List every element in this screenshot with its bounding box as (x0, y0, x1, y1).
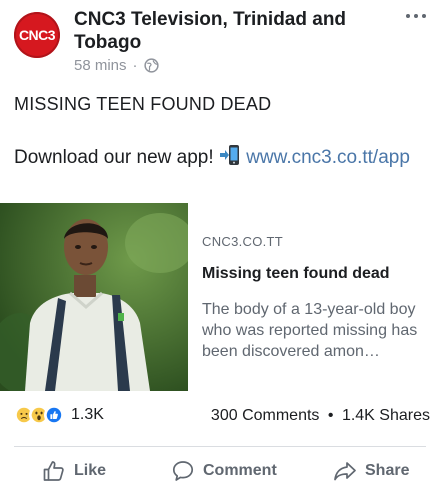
like-label: Like (74, 462, 107, 479)
promo-text: Download our new app! (14, 147, 214, 168)
share-arrow-icon (333, 459, 357, 483)
thumbs-up-icon (42, 459, 66, 483)
reactions-summary[interactable]: 1.3K (14, 405, 104, 425)
post-headline: MISSING TEEN FOUND DEAD (14, 94, 272, 114)
comment-button[interactable]: Comment (171, 459, 277, 483)
facebook-post: CNC3 CNC3 Television, Trinidad and Tobag… (0, 0, 440, 500)
article-thumbnail[interactable] (0, 203, 188, 391)
link-title[interactable]: Missing teen found dead (202, 265, 390, 283)
shares-count[interactable]: 1.4K Shares (342, 407, 430, 424)
more-dot (414, 14, 418, 18)
share-label: Share (365, 462, 410, 479)
link-description: The body of a 13-year-old boy who was re… (202, 301, 418, 360)
link-domain: CNC3.CO.TT (202, 234, 283, 249)
like-reaction-icon (44, 405, 64, 425)
more-dot (422, 14, 426, 18)
post-meta: 58 mins · (74, 57, 159, 74)
post-timestamp[interactable]: 58 mins (74, 57, 127, 74)
engagement-separator: • (327, 407, 334, 424)
more-dot (406, 14, 410, 18)
share-button[interactable]: Share (333, 459, 409, 483)
post-promo: Download our new app! www.cnc3.co.tt/app (14, 144, 426, 171)
page-avatar[interactable]: CNC3 (14, 12, 60, 58)
speech-bubble-icon (171, 459, 195, 483)
promo-link[interactable]: www.cnc3.co.tt/app (246, 147, 410, 168)
like-button[interactable]: Like (42, 459, 106, 483)
page-name-link[interactable]: CNC3 Television, Trinidad and Tobago (74, 8, 384, 54)
more-options-icon[interactable] (406, 14, 426, 18)
link-preview-card[interactable]: CNC3.CO.TT Missing teen found dead The b… (0, 203, 440, 391)
engagement-counts: 300 Comments • 1.4K Shares (211, 407, 430, 425)
reaction-count: 1.3K (71, 406, 104, 423)
globe-icon (143, 58, 159, 73)
meta-separator: · (132, 57, 138, 74)
mobile-phone-arrow-icon (219, 144, 241, 166)
comments-count[interactable]: 300 Comments (211, 407, 320, 424)
comment-label: Comment (203, 462, 277, 479)
action-divider (14, 446, 426, 447)
avatar-ring (14, 12, 60, 58)
